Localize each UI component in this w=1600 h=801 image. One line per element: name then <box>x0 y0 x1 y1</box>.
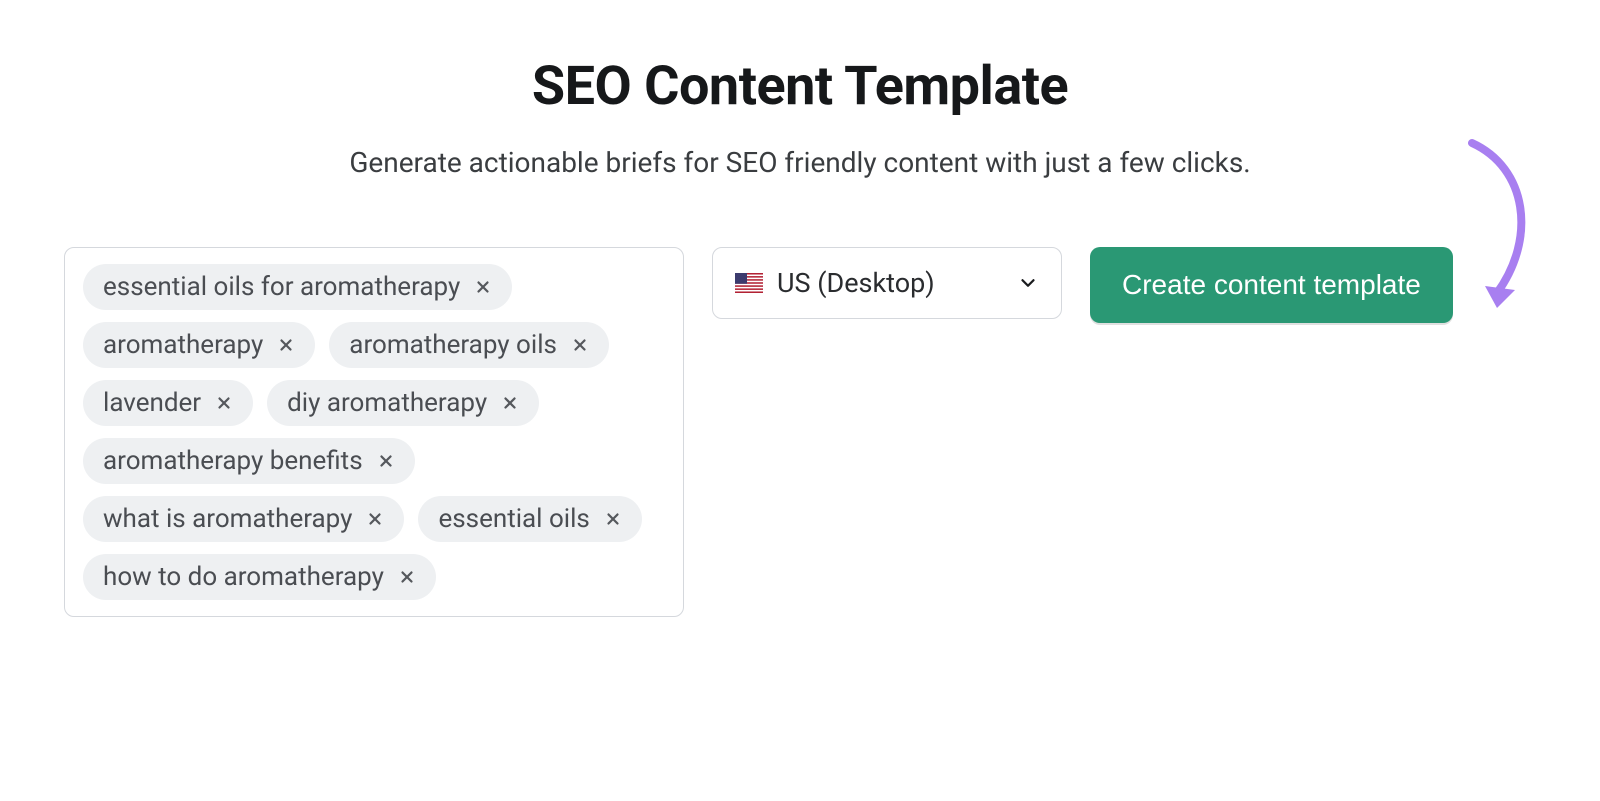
close-icon[interactable] <box>364 508 386 530</box>
chevron-down-icon <box>1017 272 1039 294</box>
create-content-template-button[interactable]: Create content template <box>1090 247 1453 323</box>
keyword-chip: essential oils <box>418 496 641 542</box>
close-icon[interactable] <box>602 508 624 530</box>
close-icon[interactable] <box>569 334 591 356</box>
locale-label: US (Desktop) <box>777 267 935 299</box>
close-icon[interactable] <box>213 392 235 414</box>
keyword-chip-label: aromatherapy benefits <box>103 446 363 476</box>
keyword-chip: diy aromatherapy <box>267 380 539 426</box>
form-row: essential oils for aromatherapy aromather… <box>0 247 1600 617</box>
keyword-chip: aromatherapy benefits <box>83 438 415 484</box>
keyword-chip-label: what is aromatherapy <box>103 504 352 534</box>
close-icon[interactable] <box>499 392 521 414</box>
us-flag-icon <box>735 273 763 293</box>
keyword-chip: how to do aromatherapy <box>83 554 436 600</box>
keyword-chip: essential oils for aromatherapy <box>83 264 512 310</box>
keyword-chip-label: aromatherapy <box>103 330 263 360</box>
keyword-chip-label: essential oils <box>438 504 589 534</box>
keyword-chip: lavender <box>83 380 253 426</box>
keyword-chip-label: aromatherapy oils <box>349 330 557 360</box>
locale-select[interactable]: US (Desktop) <box>712 247 1062 319</box>
keyword-chip: what is aromatherapy <box>83 496 404 542</box>
close-icon[interactable] <box>396 566 418 588</box>
close-icon[interactable] <box>275 334 297 356</box>
keyword-chip: aromatherapy oils <box>329 322 609 368</box>
keyword-input-box[interactable]: essential oils for aromatherapy aromather… <box>64 247 684 617</box>
page-subtitle: Generate actionable briefs for SEO frien… <box>0 146 1600 179</box>
close-icon[interactable] <box>375 450 397 472</box>
keyword-chip: aromatherapy <box>83 322 315 368</box>
keyword-chip-label: essential oils for aromatherapy <box>103 272 460 302</box>
keyword-chip-label: how to do aromatherapy <box>103 562 384 592</box>
keyword-chip-label: diy aromatherapy <box>287 388 487 418</box>
keyword-chip-label: lavender <box>103 388 201 418</box>
page-title: SEO Content Template <box>0 55 1600 118</box>
close-icon[interactable] <box>472 276 494 298</box>
